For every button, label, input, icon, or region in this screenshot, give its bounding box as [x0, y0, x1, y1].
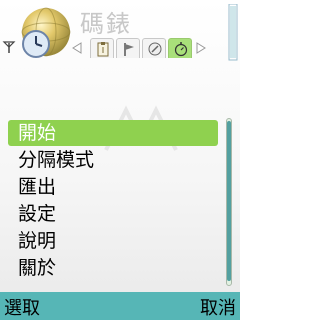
- tab-clipboard[interactable]: [90, 38, 114, 58]
- clipboard-icon: [97, 42, 109, 57]
- phone-screen: 碼錶 開始 分隔模式 匯出 設定 說明 關於 選取 取消: [0, 0, 240, 320]
- antenna-signal-icon: [2, 41, 16, 53]
- app-title: 碼錶: [80, 10, 132, 38]
- menu-scroll-thumb[interactable]: [227, 121, 231, 281]
- menu-item-start[interactable]: 開始: [8, 120, 218, 146]
- battery-level-icon: [228, 4, 238, 61]
- left-softkey-select[interactable]: 選取: [4, 294, 40, 320]
- tab-left-arrow-icon[interactable]: [72, 42, 82, 54]
- flag-icon: [124, 43, 134, 56]
- stopwatch-icon: [174, 42, 188, 57]
- tab-flag[interactable]: [116, 38, 140, 58]
- softkey-bar: 選取 取消: [0, 292, 240, 320]
- globe-clock-app-icon: [21, 7, 71, 58]
- tab-right-arrow-icon[interactable]: [196, 42, 206, 54]
- menu-item-export[interactable]: 匯出: [8, 174, 218, 200]
- options-menu: 開始 分隔模式 匯出 設定 說明 關於: [0, 114, 240, 292]
- menu-item-split-mode[interactable]: 分隔模式: [8, 147, 218, 173]
- menu-scrollbar[interactable]: [226, 118, 232, 286]
- menu-item-about[interactable]: 關於: [8, 255, 218, 281]
- tab-compass[interactable]: [142, 38, 166, 58]
- compass-icon: [148, 42, 162, 56]
- view-tabs: [72, 36, 222, 60]
- menu-item-help[interactable]: 說明: [8, 228, 218, 254]
- menu-item-settings[interactable]: 設定: [8, 201, 218, 227]
- right-softkey-cancel[interactable]: 取消: [200, 294, 236, 320]
- tab-stopwatch[interactable]: [168, 38, 192, 58]
